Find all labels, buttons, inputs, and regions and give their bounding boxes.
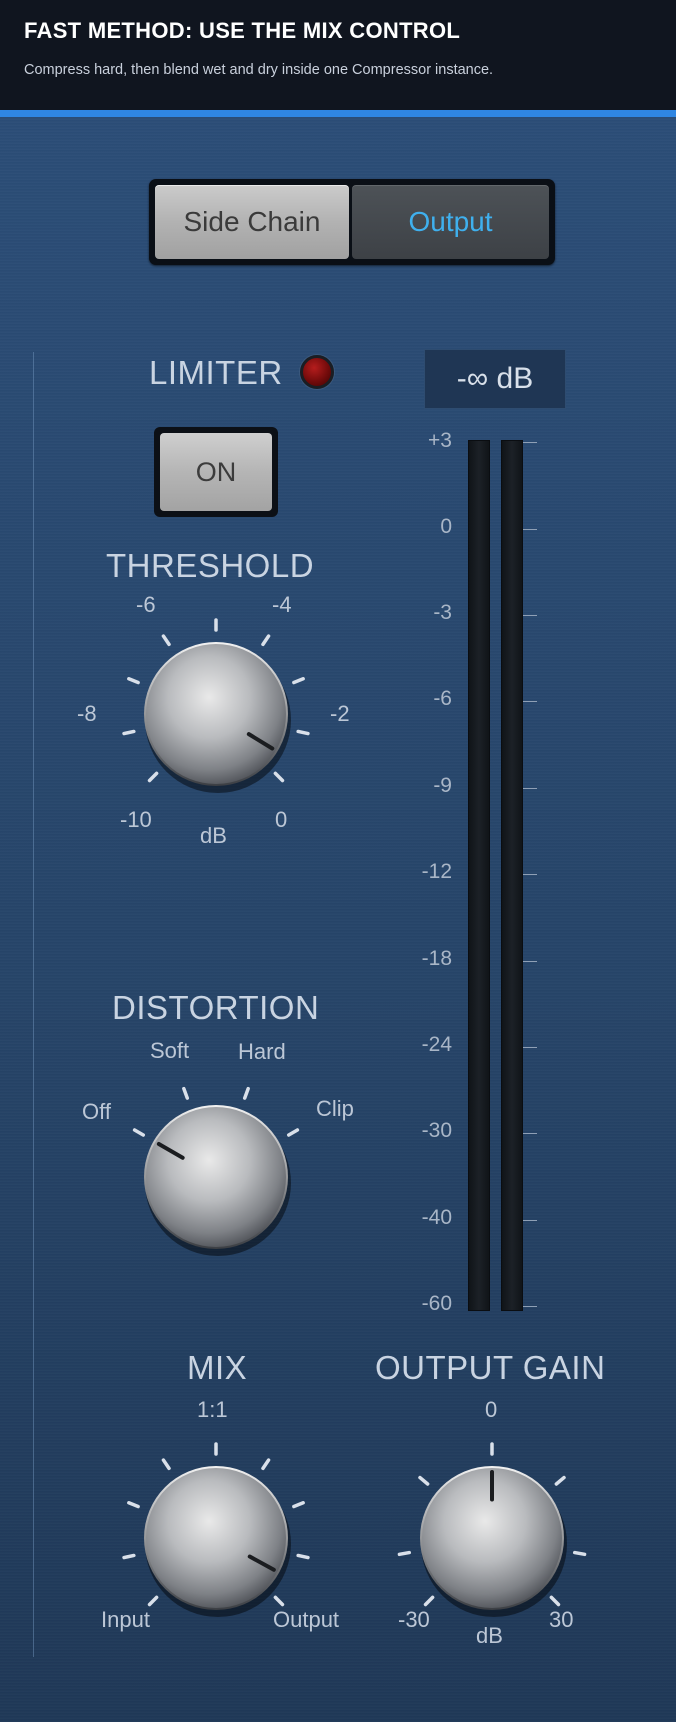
knob-scale-tick bbox=[397, 1550, 412, 1557]
knob-scale-tick bbox=[161, 1458, 171, 1471]
knob-scale-tick bbox=[182, 1086, 190, 1100]
knob-scale-tick bbox=[296, 729, 310, 736]
knob-scale-tick bbox=[132, 1128, 146, 1137]
compressor-output-panel: Side Chain Output LIMITER ON THRESHOLD -… bbox=[0, 117, 676, 1722]
knob-scale-tick bbox=[127, 677, 140, 685]
knob-body bbox=[146, 644, 286, 784]
knob-scale-tick bbox=[273, 1595, 285, 1607]
knob-scale-tick bbox=[296, 1553, 310, 1560]
knob-scale-tick bbox=[127, 1501, 140, 1509]
knob-scale-tick bbox=[261, 1458, 271, 1471]
knob-scale-tick bbox=[261, 634, 271, 647]
distortion-knob[interactable] bbox=[132, 1086, 300, 1256]
page-title: FAST METHOD: USE THE MIX CONTROL bbox=[24, 18, 461, 43]
knob-scale-tick bbox=[572, 1550, 587, 1557]
knob-scale-tick bbox=[423, 1595, 435, 1607]
knob-scale-tick bbox=[554, 1475, 566, 1486]
knob-scale-tick bbox=[286, 1128, 300, 1137]
page-header: FAST METHOD: USE THE MIX CONTROL Compres… bbox=[0, 0, 676, 110]
knob-scale-tick bbox=[273, 771, 285, 783]
knob-scale-tick bbox=[147, 771, 159, 783]
knob-scale-tick bbox=[122, 1553, 136, 1560]
knob-scale-tick bbox=[161, 634, 171, 647]
accent-bar bbox=[0, 110, 676, 117]
knob-scale-tick bbox=[549, 1595, 561, 1607]
mix-knob[interactable] bbox=[122, 1442, 310, 1617]
knob-body bbox=[146, 1468, 286, 1608]
knob-body bbox=[146, 1107, 286, 1247]
knob-scale-tick bbox=[147, 1595, 159, 1607]
knob-scale-tick bbox=[292, 1501, 305, 1509]
knob-scale-tick bbox=[242, 1086, 250, 1100]
threshold-knob[interactable] bbox=[122, 618, 310, 793]
page-subtitle: Compress hard, then blend wet and dry in… bbox=[24, 62, 494, 78]
knob-layer bbox=[122, 618, 587, 1617]
knob-scale-tick bbox=[418, 1475, 430, 1486]
knob-scale-tick bbox=[122, 729, 136, 736]
output-gain-knob[interactable] bbox=[397, 1442, 587, 1617]
knob-scale-tick bbox=[292, 677, 305, 685]
